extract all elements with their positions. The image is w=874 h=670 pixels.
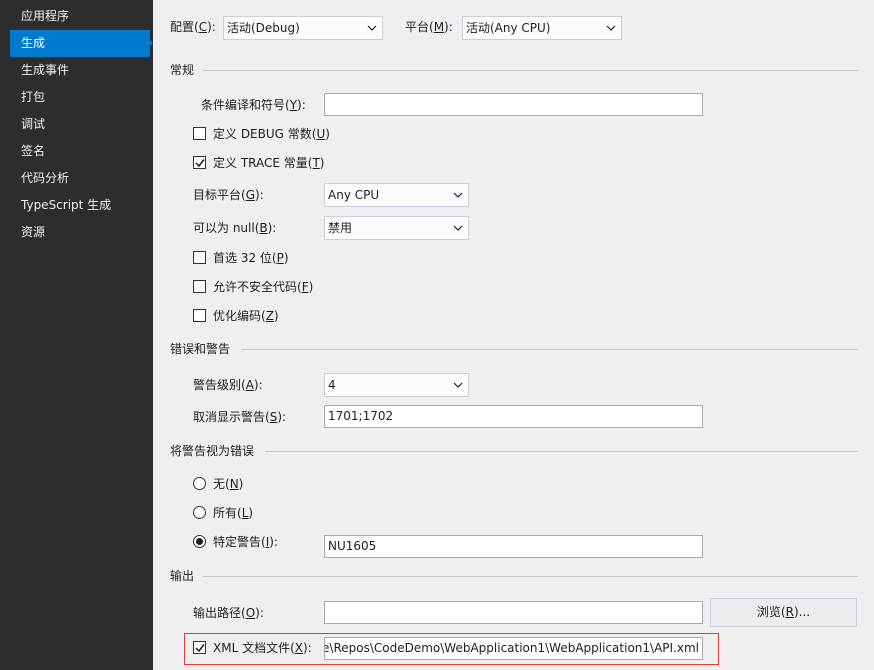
treat-none-label: 无(N) [213, 477, 244, 491]
platform-label: 平台(M): [405, 20, 453, 34]
section-title-treat-warnings: 将警告视为错误 [170, 444, 255, 458]
xml-doc-path-input[interactable]: e\Repos\CodeDemo\WebApplication1\WebAppl… [324, 637, 703, 660]
chevron-down-icon [606, 25, 616, 31]
sidebar: 应用程序 生成 生成事件 打包 调试 签名 代码分析 TypeScript 生成… [0, 0, 153, 670]
symbols-label: 条件编译和符号(Y): [201, 98, 306, 112]
sidebar-item-package[interactable]: 打包 [10, 84, 150, 111]
sidebar-item-typescript-build[interactable]: TypeScript 生成 [10, 192, 150, 219]
target-platform-label: 目标平台(G): [193, 188, 264, 202]
prefer32-label: 首选 32 位(P) [213, 251, 289, 265]
xml-doc-label: XML 文档文件(X): [213, 641, 312, 655]
section-divider [265, 451, 858, 452]
output-path-input[interactable] [324, 601, 703, 624]
suppress-warnings-label: 取消显示警告(S): [193, 410, 287, 424]
sidebar-item-build-events[interactable]: 生成事件 [10, 57, 150, 84]
chevron-down-icon [453, 225, 463, 231]
chevron-down-icon [453, 382, 463, 388]
prefer32-checkbox[interactable] [193, 251, 206, 264]
define-trace-label: 定义 TRACE 常量(T) [213, 156, 325, 170]
specific-warnings-input[interactable]: NU1605 [324, 535, 703, 558]
config-select[interactable]: 活动(Debug) [223, 16, 383, 40]
xml-doc-checkbox[interactable] [193, 641, 206, 654]
sidebar-item-build[interactable]: 生成 [10, 30, 150, 57]
target-platform-select[interactable]: Any CPU [324, 183, 469, 207]
checkmark-icon [195, 644, 205, 653]
section-title-general: 常规 [170, 63, 195, 77]
sidebar-item-resources[interactable]: 资源 [10, 219, 150, 246]
section-divider [203, 576, 858, 577]
section-title-errors: 错误和警告 [170, 342, 231, 356]
checkmark-icon [195, 159, 205, 168]
browse-button[interactable]: 浏览(R)... [710, 598, 857, 627]
sidebar-item-code-analysis[interactable]: 代码分析 [10, 165, 150, 192]
output-path-label: 输出路径(O): [193, 606, 264, 620]
chevron-down-icon [367, 25, 377, 31]
optimize-label: 优化编码(Z) [213, 309, 279, 323]
config-label: 配置(C): [170, 20, 216, 34]
build-settings-panel: 配置(C): 活动(Debug) 平台(M): 活动(Any CPU) 常规 条… [153, 0, 874, 670]
section-divider [203, 70, 858, 71]
treat-specific-radio[interactable] [193, 535, 206, 548]
unsafe-code-label: 允许不安全代码(F) [213, 280, 314, 294]
nullable-select[interactable]: 禁用 [324, 216, 469, 240]
section-divider [241, 349, 858, 350]
symbols-input[interactable] [324, 93, 703, 116]
unsafe-code-checkbox[interactable] [193, 280, 206, 293]
chevron-down-icon [453, 192, 463, 198]
warning-level-select[interactable]: 4 [324, 373, 469, 397]
platform-select[interactable]: 活动(Any CPU) [462, 16, 622, 40]
optimize-checkbox[interactable] [193, 309, 206, 322]
sidebar-item-application[interactable]: 应用程序 [10, 3, 150, 30]
define-debug-label: 定义 DEBUG 常数(U) [213, 127, 330, 141]
treat-all-radio[interactable] [193, 506, 206, 519]
section-title-output: 输出 [170, 569, 195, 583]
warning-level-label: 警告级别(A): [193, 378, 263, 392]
treat-specific-label: 特定警告(I): [213, 535, 278, 549]
define-debug-checkbox[interactable] [193, 127, 206, 140]
sidebar-item-signing[interactable]: 签名 [10, 138, 150, 165]
treat-none-radio[interactable] [193, 477, 206, 490]
suppress-warnings-input[interactable]: 1701;1702 [324, 405, 703, 428]
define-trace-checkbox[interactable] [193, 156, 206, 169]
nullable-label: 可以为 null(B): [193, 221, 277, 235]
radio-selected-dot [196, 538, 203, 545]
sidebar-item-debug[interactable]: 调试 [10, 111, 150, 138]
treat-all-label: 所有(L) [213, 506, 254, 520]
